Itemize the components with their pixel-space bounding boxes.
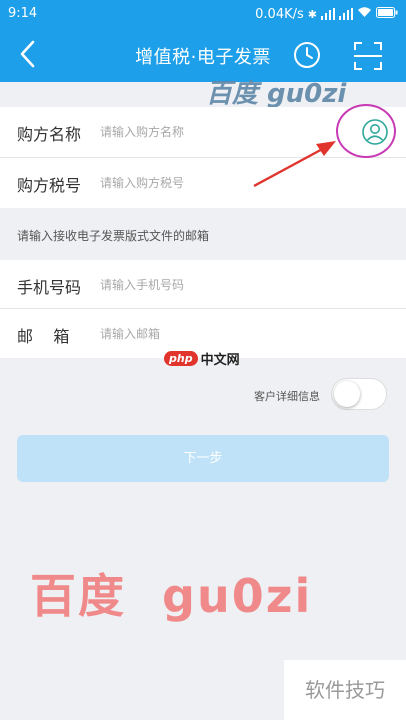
annotation-arrow-icon (253, 141, 336, 188)
status-indicators: 0.04K/s ✱ (255, 6, 398, 22)
annotation-circle (336, 104, 396, 158)
contact-section: 手机号码 邮 箱 (0, 260, 406, 358)
watermark-big: 百度 gu0zi (30, 569, 313, 623)
phone-row: 手机号码 (0, 260, 406, 308)
page-title: 增值税·电子发票 (135, 47, 271, 68)
battery-icon (376, 6, 398, 22)
net-speed: 0.04K/s (255, 6, 304, 22)
signal-icon (321, 8, 335, 20)
php-logo: php 中文网 (164, 347, 240, 369)
phone-label: 手机号码 (17, 278, 82, 297)
status-time: 9:14 (8, 6, 38, 21)
wifi-icon (357, 6, 372, 22)
customer-details-toggle[interactable] (331, 378, 387, 410)
email-input[interactable] (100, 325, 320, 343)
signal-icon-2 (339, 8, 353, 20)
email-label: 邮 箱 (17, 327, 70, 346)
php-text: 中文网 (200, 352, 240, 368)
toggle-knob (334, 381, 360, 407)
phone-input[interactable] (100, 276, 320, 294)
watermark-corner: 软件技巧 (284, 660, 406, 720)
scan-icon[interactable] (352, 40, 384, 72)
email-hint: 请输入接收电子发票版式文件的邮箱 (17, 229, 210, 243)
bluetooth-icon: ✱ (307, 7, 317, 21)
buyer-name-label: 购方名称 (17, 125, 82, 144)
next-button[interactable]: 下一步 (17, 435, 389, 482)
buyer-tax-row: 购方税号 (0, 158, 406, 206)
status-bar: 9:14 0.04K/s ✱ (0, 0, 406, 28)
clock-icon[interactable] (292, 40, 322, 70)
buyer-tax-label: 购方税号 (17, 176, 82, 195)
php-badge: php (164, 350, 198, 366)
customer-details-label: 客户详细信息 (254, 390, 320, 403)
watermark-top: 百度 gu0zi (206, 79, 347, 109)
